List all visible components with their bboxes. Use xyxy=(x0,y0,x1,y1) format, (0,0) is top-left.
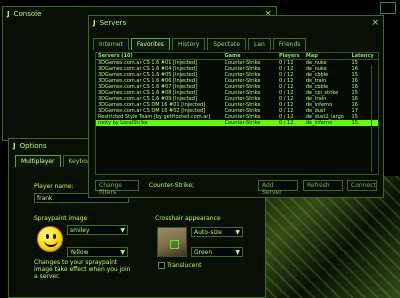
options-title: Options xyxy=(19,142,47,150)
connect-button[interactable]: Connect xyxy=(347,180,377,191)
chevron-down-icon: ▼ xyxy=(120,248,125,256)
tab-multiplayer[interactable]: Multiplayer xyxy=(15,155,61,167)
crosshair-label: Crosshair appearance xyxy=(155,215,221,222)
tab-history[interactable]: History xyxy=(171,38,206,50)
col-latency[interactable]: Latency xyxy=(349,53,378,60)
translucent-label: Translucent xyxy=(167,262,202,269)
crosshair-color-select[interactable]: Green ▼ xyxy=(191,247,243,257)
spray-select-value: smiley xyxy=(70,226,90,234)
console-title: Console xyxy=(13,10,42,18)
translucent-checkbox[interactable] xyxy=(158,262,165,269)
server-list-scrollbar[interactable] xyxy=(371,65,376,172)
crosshair-size-value: Auto-size xyxy=(194,228,222,236)
servers-titlebar[interactable]: J Servers × xyxy=(89,16,383,30)
add-server-button[interactable]: Add Server xyxy=(258,180,298,196)
close-icon[interactable]: × xyxy=(371,18,379,28)
desktop: J Console × J Options Multiplayer Keyboa… xyxy=(0,0,400,298)
spray-label: Spraypaint image xyxy=(34,215,88,222)
window-icon[interactable] xyxy=(380,2,396,14)
crosshair-preview xyxy=(157,227,187,257)
spray-select[interactable]: smiley ▼ xyxy=(67,225,128,235)
spray-color-value: Yellow xyxy=(70,248,89,256)
smiley-spray-preview xyxy=(37,226,63,252)
spray-color-select[interactable]: Yellow ▼ xyxy=(67,247,128,257)
table-cell: de_inferno xyxy=(303,120,350,126)
change-filters-button[interactable]: Change filters xyxy=(95,180,139,196)
table-cell: Counter-Strike xyxy=(222,120,277,126)
servers-title: Servers xyxy=(99,19,127,27)
tab-spectate[interactable]: Spectate xyxy=(207,38,246,50)
servers-window: J Servers × Internet Favorites History S… xyxy=(88,15,384,198)
refresh-button[interactable]: Refresh xyxy=(303,180,343,191)
filter-text: Counter-Strike; xyxy=(149,182,195,189)
tab-friends[interactable]: Friends xyxy=(272,38,307,50)
server-table: Servers (10) Game Players Map Latency 3D… xyxy=(96,53,378,126)
valve-icon: J xyxy=(7,10,10,18)
server-list-panel: Servers (10) Game Players Map Latency 3D… xyxy=(95,52,379,175)
tab-favorites[interactable]: Favorites xyxy=(130,38,170,50)
table-cell: 0 / 12 xyxy=(276,120,304,126)
spray-note: Changes to your spraypaint image take ef… xyxy=(34,259,131,280)
table-row[interactable]: rooty by LocalStrike Counter-Strike 0 / 12… xyxy=(96,120,378,126)
tab-internet[interactable]: Internet xyxy=(93,38,129,50)
table-cell: rooty by LocalStrike xyxy=(96,120,223,126)
tab-lan[interactable]: Lan xyxy=(247,38,271,50)
crosshair-size-select[interactable]: Auto-size ▼ xyxy=(191,227,243,237)
chevron-down-icon: ▼ xyxy=(235,248,240,256)
chevron-down-icon: ▼ xyxy=(120,226,125,234)
player-name-label: Player name: xyxy=(34,183,74,190)
col-players[interactable]: Players xyxy=(276,53,304,60)
chevron-down-icon: ▼ xyxy=(235,228,240,236)
crosshair-color-value: Green xyxy=(194,248,213,256)
valve-icon: J xyxy=(93,19,96,27)
valve-icon: J xyxy=(13,142,16,150)
